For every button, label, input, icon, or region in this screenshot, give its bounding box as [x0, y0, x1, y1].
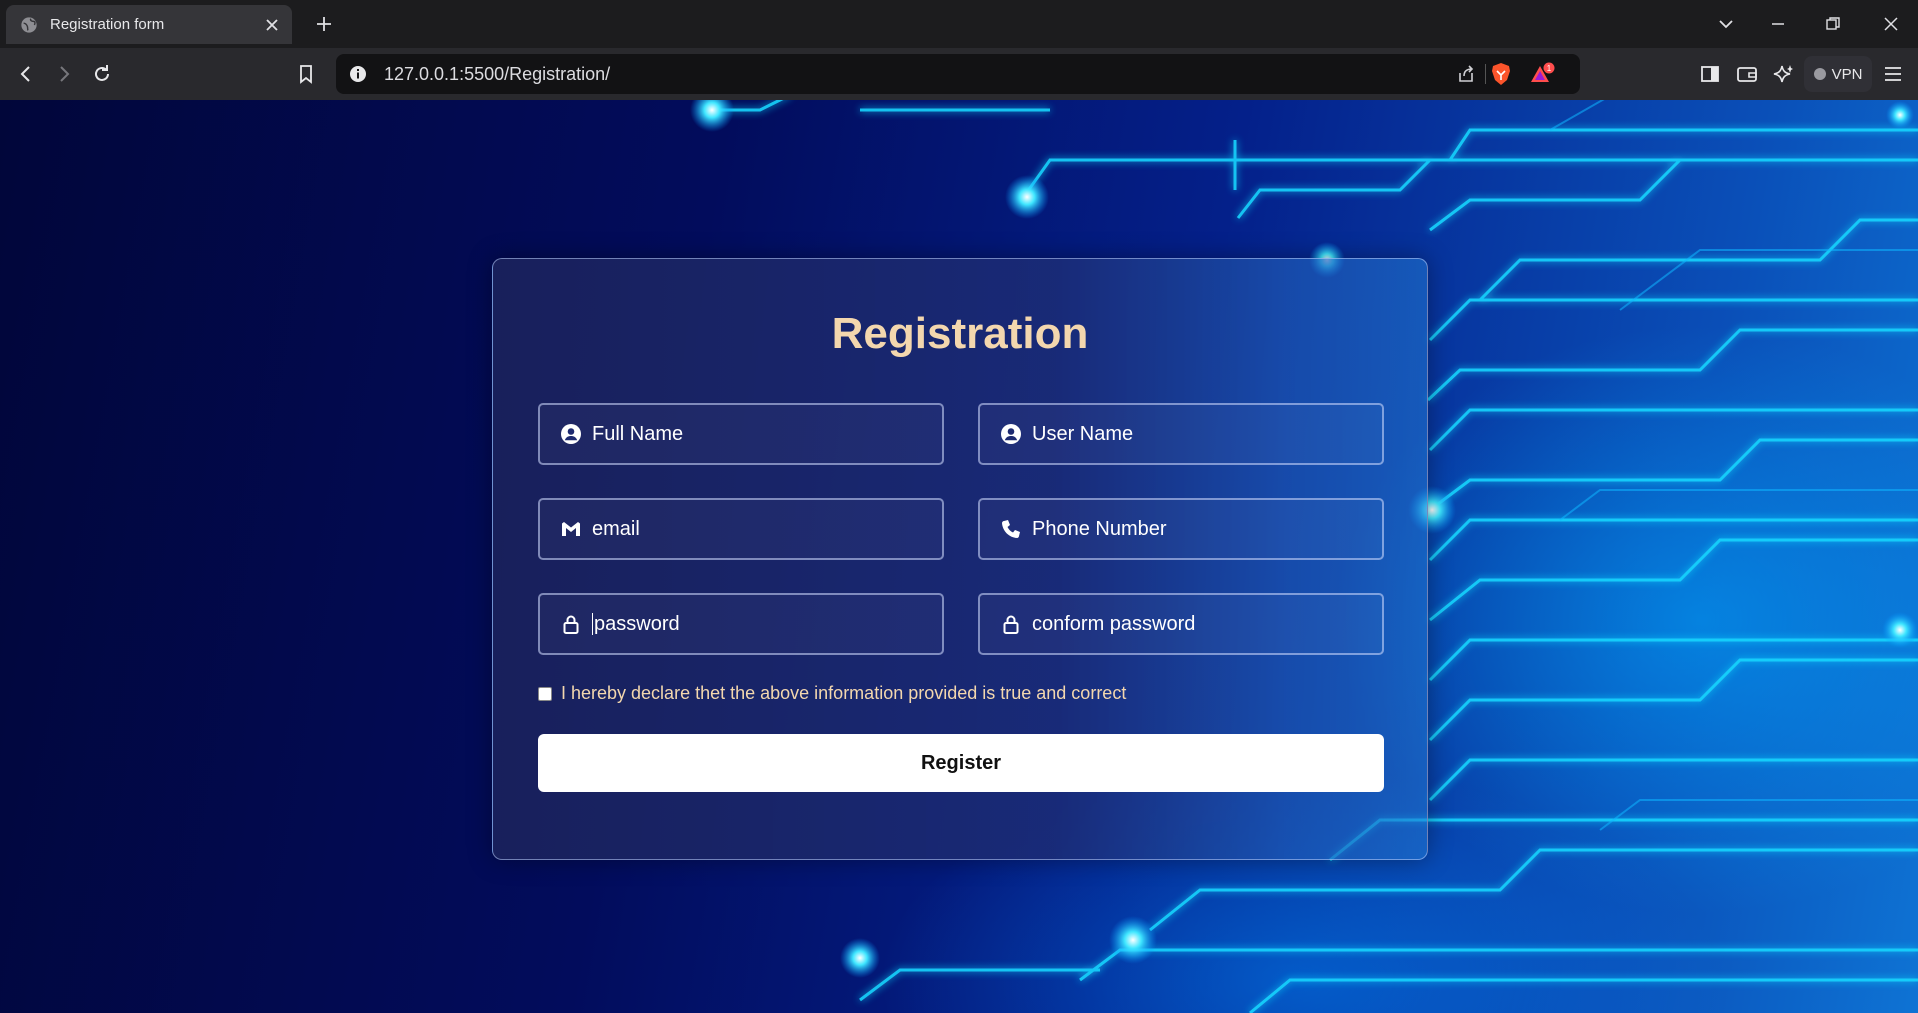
brave-shields-icon[interactable]	[1490, 62, 1512, 86]
vpn-status-icon	[1813, 68, 1826, 80]
browser-toolbar: 127.0.0.1:5500/Registration/ 1 VPN	[0, 48, 1918, 100]
email-placeholder: email	[592, 517, 640, 540]
full-name-placeholder: Full Name	[592, 422, 684, 445]
site-info-icon[interactable]	[348, 64, 368, 84]
sidebar-toggle-icon[interactable]	[1698, 62, 1722, 86]
declaration-row: I hereby declare thet the above informat…	[538, 683, 1126, 704]
leo-ai-icon[interactable]	[1772, 62, 1796, 86]
tab-title: Registration form	[50, 16, 165, 33]
user-name-field[interactable]: User Name	[978, 403, 1384, 465]
bookmark-icon[interactable]	[294, 62, 318, 86]
close-tab-icon[interactable]	[264, 17, 280, 33]
declaration-checkbox[interactable]	[538, 686, 552, 701]
address-separator	[1485, 64, 1486, 84]
confirm-password-field[interactable]: conform password	[978, 593, 1384, 655]
vpn-label: VPN	[1831, 65, 1863, 83]
menu-icon[interactable]	[1881, 62, 1905, 86]
page-viewport: Registration Full Name User Name email P…	[0, 100, 1918, 1013]
vpn-button[interactable]: VPN	[1804, 56, 1872, 92]
minimize-icon[interactable]	[1768, 14, 1788, 34]
page-title: Registration	[831, 309, 1089, 358]
register-button[interactable]: Register	[538, 734, 1384, 792]
new-tab-icon[interactable]	[314, 14, 334, 34]
wallet-icon[interactable]	[1735, 62, 1759, 86]
lock-icon	[1003, 615, 1019, 634]
browser-tab[interactable]: Registration form	[6, 5, 292, 44]
lock-icon	[563, 615, 579, 634]
url-text[interactable]: 127.0.0.1:5500/Registration/	[384, 64, 610, 85]
email-field[interactable]: email	[538, 498, 944, 560]
full-name-field[interactable]: Full Name	[538, 403, 944, 465]
user-circle-icon	[561, 424, 581, 444]
declaration-label[interactable]: I hereby declare thet the above informat…	[561, 683, 1126, 704]
user-name-placeholder: User Name	[1032, 422, 1134, 445]
globe-icon	[21, 16, 37, 33]
password-field[interactable]: password	[538, 593, 944, 655]
brave-rewards-icon[interactable]: 1	[1530, 62, 1556, 86]
tab-bar: Registration form	[0, 0, 1918, 48]
user-circle-icon	[1001, 424, 1021, 444]
rewards-badge-count: 1	[1547, 64, 1552, 73]
phone-number-field[interactable]: Phone Number	[978, 498, 1384, 560]
gmail-icon	[562, 522, 580, 536]
share-icon[interactable]	[1456, 64, 1476, 84]
reload-icon[interactable]	[90, 62, 114, 86]
close-window-icon[interactable]	[1881, 14, 1901, 34]
registration-card: Registration Full Name User Name email P…	[492, 258, 1428, 860]
phone-icon	[1002, 520, 1020, 538]
forward-icon[interactable]	[52, 62, 76, 86]
tab-list-chevron-icon[interactable]	[1716, 14, 1736, 34]
restore-icon[interactable]	[1823, 14, 1843, 34]
address-bar[interactable]: 127.0.0.1:5500/Registration/ 1	[336, 54, 1580, 94]
back-icon[interactable]	[14, 62, 38, 86]
confirm-password-placeholder: conform password	[1032, 612, 1196, 635]
text-caret	[592, 613, 593, 635]
phone-placeholder: Phone Number	[1032, 517, 1167, 540]
password-placeholder: password	[594, 612, 680, 635]
